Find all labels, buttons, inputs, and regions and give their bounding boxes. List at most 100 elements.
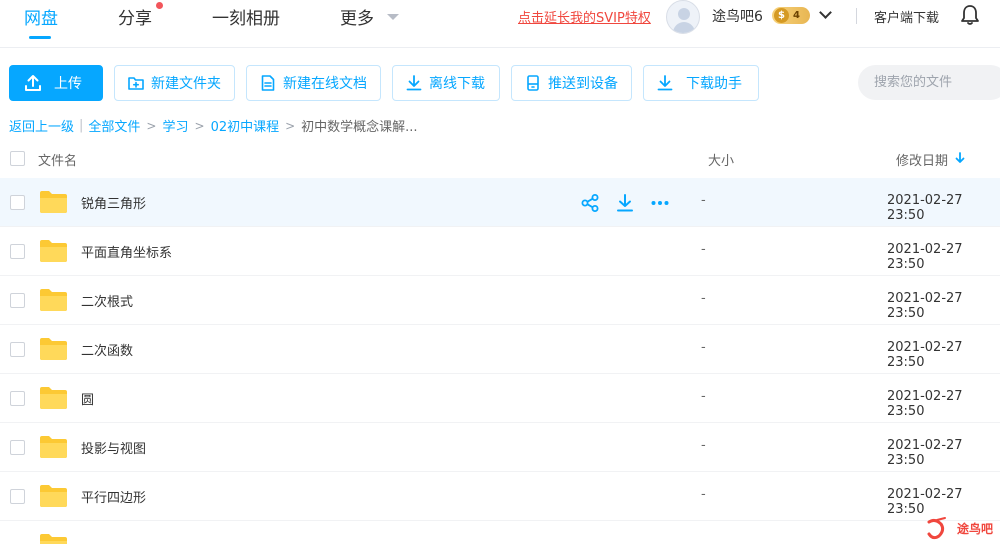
file-size: - [701,340,706,355]
watermark-text: 途鸟吧 [957,522,994,536]
file-name[interactable]: 圆 [81,389,94,408]
row-checkbox[interactable] [10,440,25,455]
file-name[interactable]: 二次函数 [81,340,133,359]
row-checkbox[interactable] [10,489,25,504]
breadcrumb-back-link[interactable]: 返回上一级 [9,116,74,135]
file-modified-date: 2021-02-27 23:50 [887,438,963,468]
avatar-body-shape [673,22,695,33]
row-checkbox[interactable] [10,195,25,210]
breadcrumb-separator-icon: > [194,118,205,133]
nav-tab-share[interactable]: 分享 [118,4,152,29]
nav-tab-album[interactable]: 一刻相册 [212,4,280,29]
file-name[interactable]: 平行四边形 [81,487,146,506]
file-name[interactable]: 锐角三角形 [81,193,146,212]
select-all-checkbox[interactable] [10,151,25,166]
breadcrumb-item[interactable]: 02初中课程 [211,116,280,135]
search-input[interactable] [858,65,1000,100]
breadcrumb-separator-icon: > [285,118,296,133]
upload-icon [25,75,41,91]
breadcrumb: 返回上一级 | 全部文件 > 学习 > 02初中课程 > 初中数学概念课解... [9,116,418,135]
row-checkbox[interactable] [10,342,25,357]
folder-icon [40,436,67,458]
upload-label: 上传 [54,76,82,92]
file-modified-date: 2021-02-27 23:50 [887,340,963,370]
divider [856,8,857,24]
new-online-doc-label: 新建在线文档 [283,76,367,92]
coin-icon: $ [774,8,789,23]
row-checkbox[interactable] [10,293,25,308]
bell-icon[interactable] [960,4,980,26]
avatar-head-shape [678,8,690,20]
row-actions [580,193,685,213]
table-row[interactable]: 二次函数 - 2021-02-27 23:50 [0,325,1000,374]
svip-renew-link[interactable]: 点击延长我的SVIP特权 [518,7,651,26]
file-name[interactable]: 二次根式 [81,291,133,310]
folder-icon [40,240,67,262]
table-row[interactable]: 投影与视图 - 2021-02-27 23:50 [0,423,1000,472]
file-size: - [701,487,706,502]
row-checkbox[interactable] [10,244,25,259]
folder-icon [40,191,67,213]
table-row[interactable]: 平行四边形 - 2021-02-27 23:50 [0,472,1000,521]
table-row[interactable]: 二次根式 - 2021-02-27 23:50 [0,276,1000,325]
download-icon [406,75,422,91]
document-icon [261,75,275,91]
download-icon[interactable] [615,193,635,213]
table-row-partial[interactable] [0,521,1000,544]
nav-tab-netdisk[interactable]: 网盘 [24,4,58,29]
column-header-name[interactable]: 文件名 [38,150,77,169]
more-options-icon[interactable] [650,193,670,213]
new-online-doc-button[interactable]: 新建在线文档 [246,65,381,101]
upload-button[interactable]: 上传 [9,65,103,101]
download-helper-label: 下载助手 [686,76,742,92]
new-folder-icon [128,77,144,90]
folder-icon [40,387,67,409]
file-size: - [701,291,706,306]
file-modified-date: 2021-02-27 23:50 [887,487,963,517]
folder-icon [40,534,67,544]
push-to-device-label: 推送到设备 [548,76,618,92]
file-size: - [701,389,706,404]
folder-icon [40,485,67,507]
file-modified-date: 2021-02-27 23:50 [887,291,963,321]
file-name[interactable]: 投影与视图 [81,438,146,457]
folder-icon [40,338,67,360]
notification-dot [156,2,163,9]
breadcrumb-divider: | [79,118,84,133]
offline-download-button[interactable]: 离线下载 [392,65,500,101]
file-modified-date: 2021-02-27 23:50 [887,242,963,272]
device-icon [527,75,539,91]
table-row[interactable]: 平面直角坐标系 - 2021-02-27 23:50 [0,227,1000,276]
top-navigation: 网盘 分享 一刻相册 更多 点击延长我的SVIP特权 途鸟吧6 $ 4 客户端下… [0,0,1000,48]
file-size: - [701,242,706,257]
nav-tab-more[interactable]: 更多 [340,4,374,29]
breadcrumb-current: 初中数学概念课解... [301,120,418,135]
file-size: - [701,193,706,208]
table-row[interactable]: 圆 - 2021-02-27 23:50 [0,374,1000,423]
share-icon[interactable] [580,193,600,213]
breadcrumb-item[interactable]: 学习 [162,116,188,135]
client-download-link[interactable]: 客户端下载 [874,7,939,26]
row-checkbox[interactable] [10,391,25,406]
offline-download-label: 离线下载 [429,76,485,92]
push-to-device-button[interactable]: 推送到设备 [511,65,632,101]
file-name[interactable]: 平面直角坐标系 [81,242,172,261]
avatar[interactable] [666,0,700,34]
breadcrumb-separator-icon: > [146,118,157,133]
file-table-header: 文件名 大小 修改日期 [0,140,1000,178]
column-header-size[interactable]: 大小 [708,150,734,169]
breadcrumb-all-files[interactable]: 全部文件 [88,116,140,135]
vip-level-number: 4 [793,10,800,21]
new-folder-button[interactable]: 新建文件夹 [114,65,235,101]
download-helper-button[interactable]: 下载助手 [643,65,759,101]
file-modified-date: 2021-02-27 23:50 [887,389,963,419]
download-helper-icon [657,75,673,91]
user-menu-chevron-icon[interactable] [819,6,832,19]
chevron-down-icon[interactable] [387,14,399,20]
sort-descending-icon[interactable] [954,151,966,165]
folder-icon [40,289,67,311]
table-row[interactable]: 锐角三角形 - 2021-02-27 23:50 [0,178,1000,227]
vip-level-badge[interactable]: $ 4 [772,7,810,24]
username[interactable]: 途鸟吧6 [712,6,763,26]
column-header-date[interactable]: 修改日期 [896,150,948,169]
